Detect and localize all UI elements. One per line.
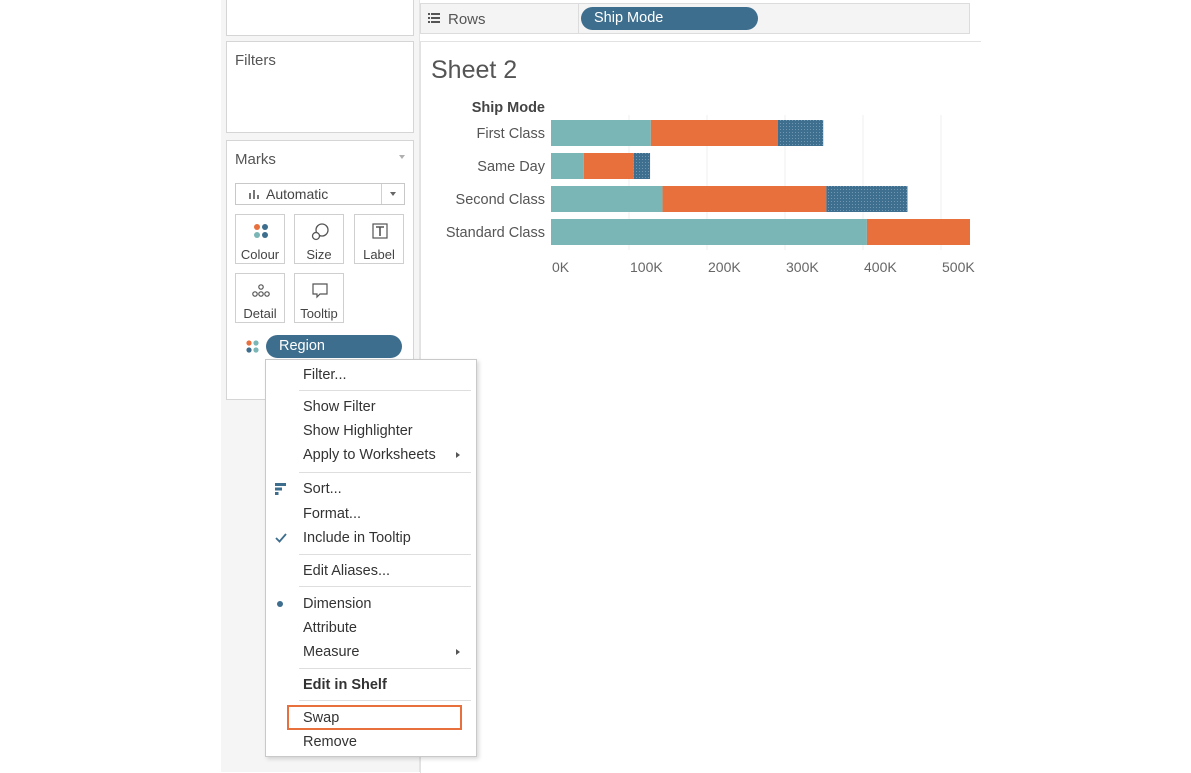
radio-selected-icon (277, 601, 283, 607)
menu-item-show-highlighter[interactable]: Show Highlighter (303, 423, 413, 439)
x-tick-label: 200K (708, 259, 741, 275)
category-label: Same Day (477, 159, 545, 175)
category-label: First Class (477, 126, 545, 142)
bar-segment[interactable] (866, 219, 980, 245)
menu-item-apply-to-worksheets[interactable]: Apply to Worksheets (303, 447, 436, 463)
submenu-arrow-icon (456, 452, 460, 458)
menu-item-format[interactable]: Format... (303, 506, 361, 522)
x-tick-label: 0K (552, 259, 570, 275)
menu-item-edit-aliases[interactable]: Edit Aliases... (303, 563, 390, 579)
menu-item-edit-in-shelf[interactable]: Edit in Shelf (303, 677, 387, 693)
bar-segment[interactable] (583, 153, 634, 179)
x-tick-label: 100K (630, 259, 663, 275)
menu-separator (299, 390, 471, 391)
menu-separator (299, 554, 471, 555)
bar-segment[interactable] (826, 186, 908, 212)
bar-segment[interactable] (650, 120, 778, 146)
menu-item-show-filter[interactable]: Show Filter (303, 399, 376, 415)
menu-item-remove[interactable]: Remove (303, 734, 357, 750)
menu-item-swap[interactable]: Swap (303, 710, 339, 726)
bar-segment[interactable] (633, 153, 651, 179)
bar-chart: Ship Mode First Class Same Day Second Clas… (446, 100, 980, 275)
x-tick-label: 500K (942, 259, 975, 275)
menu-separator (299, 668, 471, 669)
x-tick-label: 400K (864, 259, 897, 275)
menu-separator (299, 586, 471, 587)
category-label: Standard Class (446, 225, 545, 241)
bar-segment[interactable] (551, 219, 867, 245)
menu-item-include-in-tooltip[interactable]: Include in Tooltip (303, 530, 411, 546)
context-menu: Filter... Show Filter Show Highlighter A… (265, 359, 477, 757)
checkmark-icon (275, 533, 287, 543)
menu-separator (299, 472, 471, 473)
menu-item-filter[interactable]: Filter... (303, 367, 347, 383)
x-tick-label: 300K (786, 259, 819, 275)
menu-item-measure[interactable]: Measure (303, 644, 359, 660)
menu-item-attribute[interactable]: Attribute (303, 620, 357, 636)
row-header-ship-mode: Ship Mode (472, 100, 545, 116)
category-label: Second Class (456, 192, 545, 208)
sort-icon (275, 483, 286, 495)
bar-segment[interactable] (551, 186, 663, 212)
bar-segment[interactable] (777, 120, 824, 146)
bar-segment[interactable] (551, 153, 584, 179)
menu-separator (299, 700, 471, 701)
bar-segment[interactable] (551, 120, 651, 146)
bar-segment[interactable] (662, 186, 827, 212)
submenu-arrow-icon (456, 649, 460, 655)
menu-item-dimension[interactable]: Dimension (303, 596, 372, 612)
menu-item-sort[interactable]: Sort... (303, 481, 342, 497)
